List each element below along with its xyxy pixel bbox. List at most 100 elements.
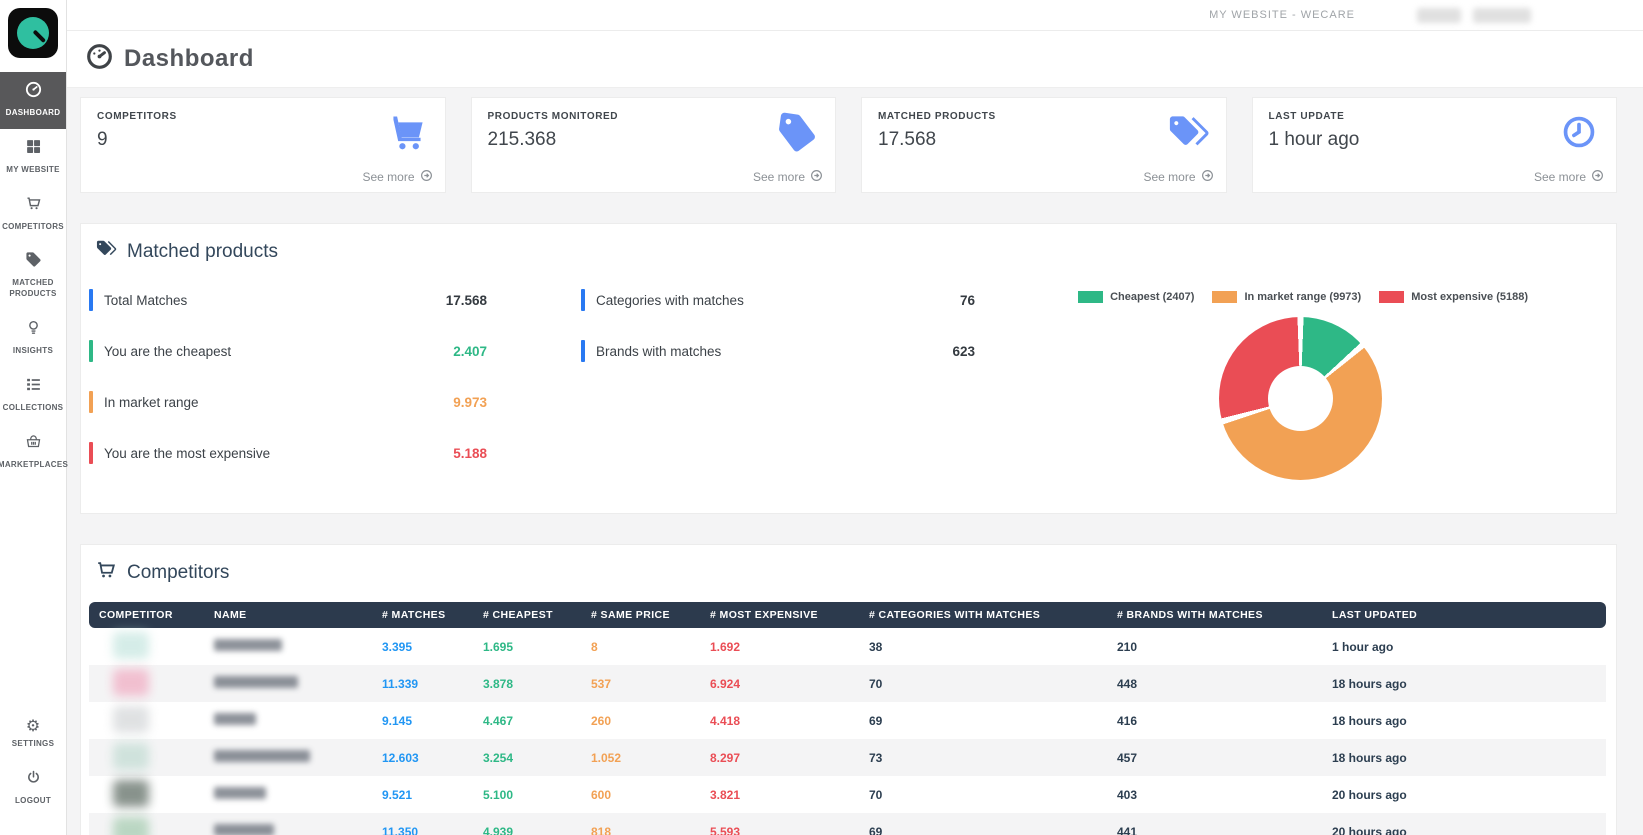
categories-cell: 73 bbox=[859, 739, 1107, 776]
sidebar-item-label: COMPETITORS bbox=[2, 222, 64, 233]
sidebar-item-matched-products[interactable]: MATCHED PRODUCTS bbox=[0, 242, 66, 310]
sidebar-item-label: DASHBOARD bbox=[6, 108, 61, 119]
cheapest-cell: 4.467 bbox=[473, 702, 581, 739]
table-row: 3.3951.69581.692382101 hour ago bbox=[89, 628, 1606, 665]
competitors-panel: Competitors COMPETITORNAME# MATCHES# CHE… bbox=[80, 544, 1617, 835]
app-logo[interactable] bbox=[8, 8, 58, 58]
stat-card-value: 215.368 bbox=[488, 129, 820, 151]
arrow-circle-right-icon bbox=[420, 169, 433, 185]
most-expensive-cell: 4.418 bbox=[700, 702, 859, 739]
stat-card-products-monitored: PRODUCTS MONITORED 215.368 See more bbox=[471, 97, 837, 193]
competitor-name-link-redacted[interactable] bbox=[214, 713, 256, 725]
panel-title: Matched products bbox=[127, 241, 278, 263]
stat-value: 76 bbox=[960, 293, 975, 308]
tag-icon bbox=[25, 251, 42, 273]
sidebar-item-collections[interactable]: COLLECTIONS bbox=[0, 367, 66, 424]
cheapest-cell: 3.254 bbox=[473, 739, 581, 776]
sidebar-item-settings[interactable]: ⚙ SETTINGS bbox=[0, 708, 66, 760]
sidebar-item-insights[interactable]: INSIGHTS bbox=[0, 310, 66, 367]
stat-value: 9.973 bbox=[453, 395, 487, 410]
stat-card-competitors: COMPETITORS 9 See more bbox=[80, 97, 446, 193]
same-price-cell: 8 bbox=[581, 628, 700, 665]
legend-item-cheapest: Cheapest (2407) bbox=[1078, 291, 1194, 303]
legend-item-in-market-range: In market range (9973) bbox=[1212, 291, 1361, 303]
stat-categories-with-matches: Categories with matches 76 bbox=[581, 289, 975, 311]
see-more-link[interactable]: See more bbox=[1143, 169, 1213, 185]
brands-cell: 416 bbox=[1107, 702, 1322, 739]
competitor-logo-cell bbox=[89, 813, 204, 835]
competitor-name-cell bbox=[204, 739, 372, 776]
sidebar-item-label: MY WEBSITE bbox=[6, 165, 60, 176]
same-price-cell: 260 bbox=[581, 702, 700, 739]
stat-card-value: 1 hour ago bbox=[1269, 129, 1601, 151]
most-expensive-cell: 5.593 bbox=[700, 813, 859, 835]
stat-card-label: COMPETITORS bbox=[97, 111, 429, 122]
competitor-logo-redacted bbox=[113, 743, 149, 770]
competitor-name-cell bbox=[204, 702, 372, 739]
panel-title: Competitors bbox=[127, 562, 229, 584]
same-price-cell: 818 bbox=[581, 813, 700, 835]
stat-color-bar bbox=[581, 289, 585, 311]
stat-color-bar bbox=[89, 289, 93, 311]
same-price-cell: 600 bbox=[581, 776, 700, 813]
sidebar-item-logout[interactable]: LOGOUT bbox=[0, 760, 66, 817]
categories-cell: 70 bbox=[859, 776, 1107, 813]
column-header: # CHEAPEST bbox=[473, 602, 581, 628]
competitors-table-body: 3.3951.69581.692382101 hour ago11.3393.8… bbox=[89, 628, 1606, 835]
stat-value: 17.568 bbox=[446, 293, 487, 308]
stat-card-label: LAST UPDATE bbox=[1269, 111, 1601, 122]
competitor-name-link-redacted[interactable] bbox=[214, 639, 282, 651]
column-header: # CATEGORIES WITH MATCHES bbox=[859, 602, 1107, 628]
legend-swatch bbox=[1212, 291, 1237, 303]
competitor-name-link-redacted[interactable] bbox=[214, 824, 274, 835]
column-header: LAST UPDATED bbox=[1322, 602, 1606, 628]
same-price-cell: 537 bbox=[581, 665, 700, 702]
brands-cell: 457 bbox=[1107, 739, 1322, 776]
sidebar-item-competitors[interactable]: COMPETITORS bbox=[0, 186, 66, 243]
matched-products-chart: Cheapest (2407) In market range (9973) M… bbox=[975, 289, 1598, 493]
account-menu-redacted[interactable] bbox=[1473, 8, 1531, 23]
arrow-circle-right-icon bbox=[1591, 169, 1604, 185]
stat-color-bar bbox=[581, 340, 585, 362]
see-more-label: See more bbox=[1143, 170, 1195, 184]
see-more-link[interactable]: See more bbox=[1534, 169, 1604, 185]
tag-icon bbox=[775, 111, 819, 160]
legend-label: In market range (9973) bbox=[1244, 291, 1361, 303]
see-more-label: See more bbox=[362, 170, 414, 184]
sidebar-item-marketplaces[interactable]: MARKETPLACES bbox=[0, 424, 66, 481]
user-menu-redacted[interactable] bbox=[1417, 8, 1461, 23]
stat-card-last-update: LAST UPDATE 1 hour ago See more bbox=[1252, 97, 1618, 193]
table-row: 11.3393.8785376.9247044818 hours ago bbox=[89, 665, 1606, 702]
table-row: 9.1454.4672604.4186941618 hours ago bbox=[89, 702, 1606, 739]
active-website-label: MY WEBSITE - WECARE bbox=[1209, 9, 1355, 21]
competitor-name-link-redacted[interactable] bbox=[214, 676, 298, 688]
competitor-logo-cell bbox=[89, 628, 204, 665]
column-header: NAME bbox=[204, 602, 372, 628]
donut-chart[interactable] bbox=[1219, 317, 1382, 480]
sidebar-item-dashboard[interactable]: DASHBOARD bbox=[0, 72, 66, 129]
cheapest-cell: 1.695 bbox=[473, 628, 581, 665]
competitors-table-head: COMPETITORNAME# MATCHES# CHEAPEST# SAME … bbox=[89, 602, 1606, 628]
stat-in-market-range: In market range 9.973 bbox=[89, 391, 487, 413]
legend-swatch bbox=[1078, 291, 1103, 303]
chart-legend: Cheapest (2407) In market range (9973) M… bbox=[975, 291, 1598, 303]
stat-most-expensive: You are the most expensive 5.188 bbox=[89, 442, 487, 464]
stat-label: You are the most expensive bbox=[104, 446, 270, 461]
competitor-name-link-redacted[interactable] bbox=[214, 750, 310, 762]
sidebar-item-my-website[interactable]: MY WEBSITE bbox=[0, 129, 66, 186]
stat-label: In market range bbox=[104, 395, 199, 410]
arrow-circle-right-icon bbox=[810, 169, 823, 185]
competitor-name-link-redacted[interactable] bbox=[214, 787, 266, 799]
table-row: 12.6033.2541.0528.2977345718 hours ago bbox=[89, 739, 1606, 776]
see-more-link[interactable]: See more bbox=[362, 169, 432, 185]
cheapest-cell: 3.878 bbox=[473, 665, 581, 702]
table-row: 11.3504.9398185.5936944120 hours ago bbox=[89, 813, 1606, 835]
competitor-name-cell bbox=[204, 813, 372, 835]
see-more-link[interactable]: See more bbox=[753, 169, 823, 185]
sidebar-item-label: LOGOUT bbox=[15, 796, 51, 807]
brands-cell: 210 bbox=[1107, 628, 1322, 665]
stat-cards-row: COMPETITORS 9 See more PRODUCTS MONITORE… bbox=[80, 97, 1617, 193]
matched-products-panel: Matched products Total Matches 17.568 Yo… bbox=[80, 223, 1617, 514]
cheapest-cell: 5.100 bbox=[473, 776, 581, 813]
competitor-name-cell bbox=[204, 665, 372, 702]
